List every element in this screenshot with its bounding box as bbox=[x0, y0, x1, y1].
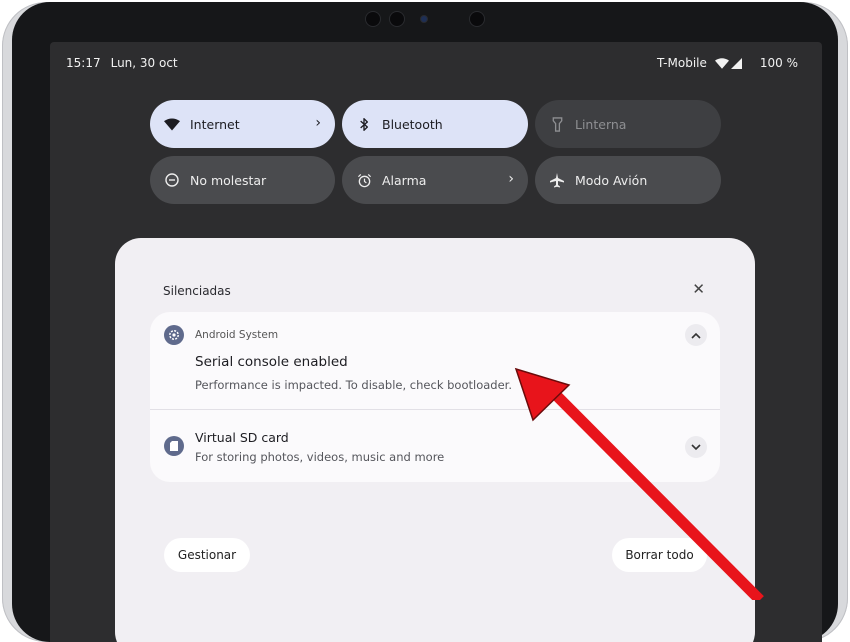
divider bbox=[150, 409, 720, 410]
collapse-button[interactable] bbox=[685, 324, 707, 346]
chevron-right-icon: › bbox=[508, 171, 514, 187]
wifi-status-icon bbox=[714, 57, 729, 69]
gear-icon bbox=[164, 325, 184, 345]
status-bar: 15:17 Lun, 30 oct T-Mobile 100 % bbox=[66, 56, 798, 74]
tile-airplane-mode[interactable]: Modo Avión bbox=[535, 156, 721, 204]
sensor-dot bbox=[366, 12, 380, 26]
tile-label: Alarma bbox=[382, 172, 427, 188]
tablet-bezel: 15:17 Lun, 30 oct T-Mobile 100 % Interne… bbox=[12, 2, 838, 642]
expand-button[interactable] bbox=[685, 436, 707, 458]
front-camera bbox=[390, 12, 404, 26]
signal-icons bbox=[714, 57, 742, 69]
airplane-icon bbox=[549, 172, 565, 188]
tile-label: No molestar bbox=[190, 172, 267, 188]
notification-title: Virtual SD card bbox=[195, 430, 289, 445]
tile-label: Linterna bbox=[575, 116, 627, 132]
tablet-frame: 15:17 Lun, 30 oct T-Mobile 100 % Interne… bbox=[2, 2, 848, 642]
tile-bluetooth[interactable]: Bluetooth bbox=[342, 100, 528, 148]
light-sensor bbox=[421, 16, 427, 22]
notification-text: Performance is impacted. To disable, che… bbox=[195, 378, 512, 392]
notification-text: For storing photos, videos, music and mo… bbox=[195, 450, 445, 464]
bluetooth-icon bbox=[356, 116, 372, 132]
sensor-dot bbox=[470, 12, 484, 26]
chevron-right-icon: › bbox=[315, 115, 321, 131]
wifi-icon bbox=[164, 116, 180, 132]
section-title: Silenciadas bbox=[163, 284, 231, 298]
manage-button[interactable]: Gestionar bbox=[164, 538, 250, 572]
notification-group: Android System Serial console enabled Pe… bbox=[150, 312, 720, 482]
status-date: Lun, 30 oct bbox=[110, 56, 178, 70]
chevron-down-icon bbox=[691, 443, 701, 450]
do-not-disturb-icon bbox=[164, 172, 180, 188]
status-battery: 100 % bbox=[759, 56, 798, 70]
tile-flashlight[interactable]: Linterna bbox=[535, 100, 721, 148]
status-carrier: T-Mobile bbox=[656, 56, 707, 70]
tile-do-not-disturb[interactable]: No molestar bbox=[150, 156, 335, 204]
status-time: 15:17 bbox=[66, 56, 101, 70]
notification-title: Serial console enabled bbox=[195, 354, 348, 370]
alarm-icon bbox=[356, 172, 372, 188]
flashlight-icon bbox=[549, 116, 565, 132]
cell-signal-icon bbox=[730, 57, 742, 69]
tile-label: Internet bbox=[190, 116, 240, 132]
tile-label: Bluetooth bbox=[382, 116, 443, 132]
notification-panel: Silenciadas ✕ Android System Serial cons… bbox=[115, 238, 755, 642]
tile-alarm[interactable]: Alarma › bbox=[342, 156, 528, 204]
tile-label: Modo Avión bbox=[575, 172, 648, 188]
notification-app-name: Android System bbox=[195, 329, 279, 341]
chevron-up-icon bbox=[691, 332, 701, 339]
clear-all-button[interactable]: Borrar todo bbox=[612, 538, 707, 572]
close-icon[interactable]: ✕ bbox=[692, 280, 705, 298]
tile-internet[interactable]: Internet › bbox=[150, 100, 335, 148]
screen: 15:17 Lun, 30 oct T-Mobile 100 % Interne… bbox=[50, 42, 822, 642]
sd-card-icon bbox=[164, 436, 184, 456]
